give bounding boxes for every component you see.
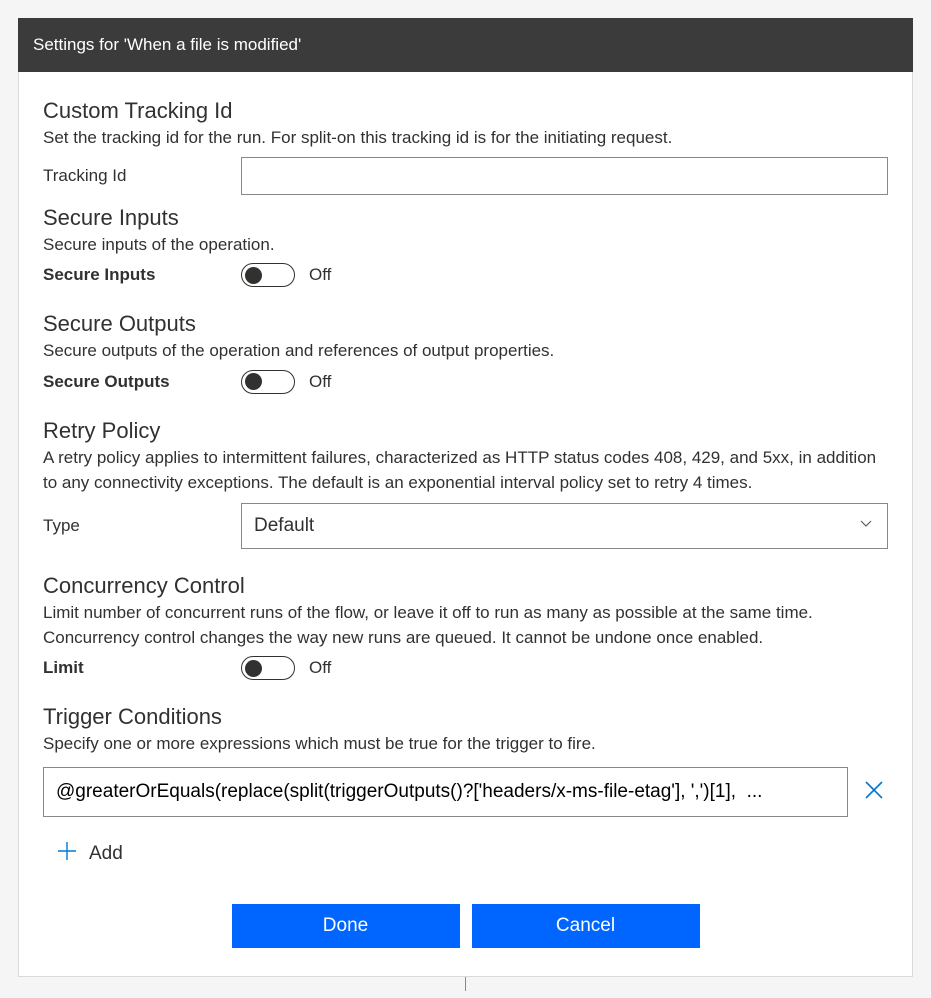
secure-outputs-desc: Secure outputs of the operation and refe…: [43, 339, 888, 364]
section-secure-inputs: Secure Inputs Secure inputs of the opera…: [43, 205, 888, 288]
add-condition-button[interactable]: Add: [43, 839, 888, 868]
concurrency-state: Off: [309, 658, 331, 678]
secure-inputs-title: Secure Inputs: [43, 205, 888, 231]
secure-inputs-toggle[interactable]: [241, 263, 295, 287]
retry-type-label: Type: [43, 516, 241, 536]
secure-outputs-title: Secure Outputs: [43, 311, 888, 337]
tracking-id-desc: Set the tracking id for the run. For spl…: [43, 126, 888, 151]
retry-type-select[interactable]: Default: [241, 503, 888, 549]
section-concurrency: Concurrency Control Limit number of conc…: [43, 573, 888, 680]
add-condition-label: Add: [89, 843, 123, 865]
secure-outputs-toggle[interactable]: [241, 370, 295, 394]
concurrency-desc: Limit number of concurrent runs of the f…: [43, 601, 888, 650]
delete-condition-button[interactable]: [860, 778, 888, 806]
trigger-conditions-desc: Specify one or more expressions which mu…: [43, 732, 888, 757]
plus-icon: [55, 839, 79, 868]
retry-title: Retry Policy: [43, 418, 888, 444]
secure-inputs-label: Secure Inputs: [43, 265, 241, 285]
section-retry-policy: Retry Policy A retry policy applies to i…: [43, 418, 888, 549]
concurrency-limit-label: Limit: [43, 658, 241, 678]
section-secure-outputs: Secure Outputs Secure outputs of the ope…: [43, 311, 888, 394]
tracking-id-label: Tracking Id: [43, 166, 241, 186]
flow-connector-line: [465, 977, 466, 991]
retry-desc: A retry policy applies to intermittent f…: [43, 446, 888, 495]
secure-inputs-desc: Secure inputs of the operation.: [43, 233, 888, 258]
cancel-button[interactable]: Cancel: [472, 904, 700, 948]
secure-outputs-label: Secure Outputs: [43, 372, 241, 392]
close-icon: [862, 778, 886, 807]
concurrency-toggle[interactable]: [241, 656, 295, 680]
done-button[interactable]: Done: [232, 904, 460, 948]
trigger-conditions-title: Trigger Conditions: [43, 704, 888, 730]
secure-inputs-state: Off: [309, 265, 331, 285]
concurrency-title: Concurrency Control: [43, 573, 888, 599]
tracking-id-input[interactable]: [241, 157, 888, 195]
section-trigger-conditions: Trigger Conditions Specify one or more e…: [43, 704, 888, 868]
section-tracking-id: Custom Tracking Id Set the tracking id f…: [43, 98, 888, 195]
panel-title: Settings for 'When a file is modified': [18, 18, 913, 72]
settings-panel: Custom Tracking Id Set the tracking id f…: [18, 72, 913, 977]
footer-buttons: Done Cancel: [43, 876, 888, 958]
trigger-condition-input[interactable]: [43, 767, 848, 817]
secure-outputs-state: Off: [309, 372, 331, 392]
retry-type-value: Default: [254, 515, 314, 537]
tracking-id-title: Custom Tracking Id: [43, 98, 888, 124]
